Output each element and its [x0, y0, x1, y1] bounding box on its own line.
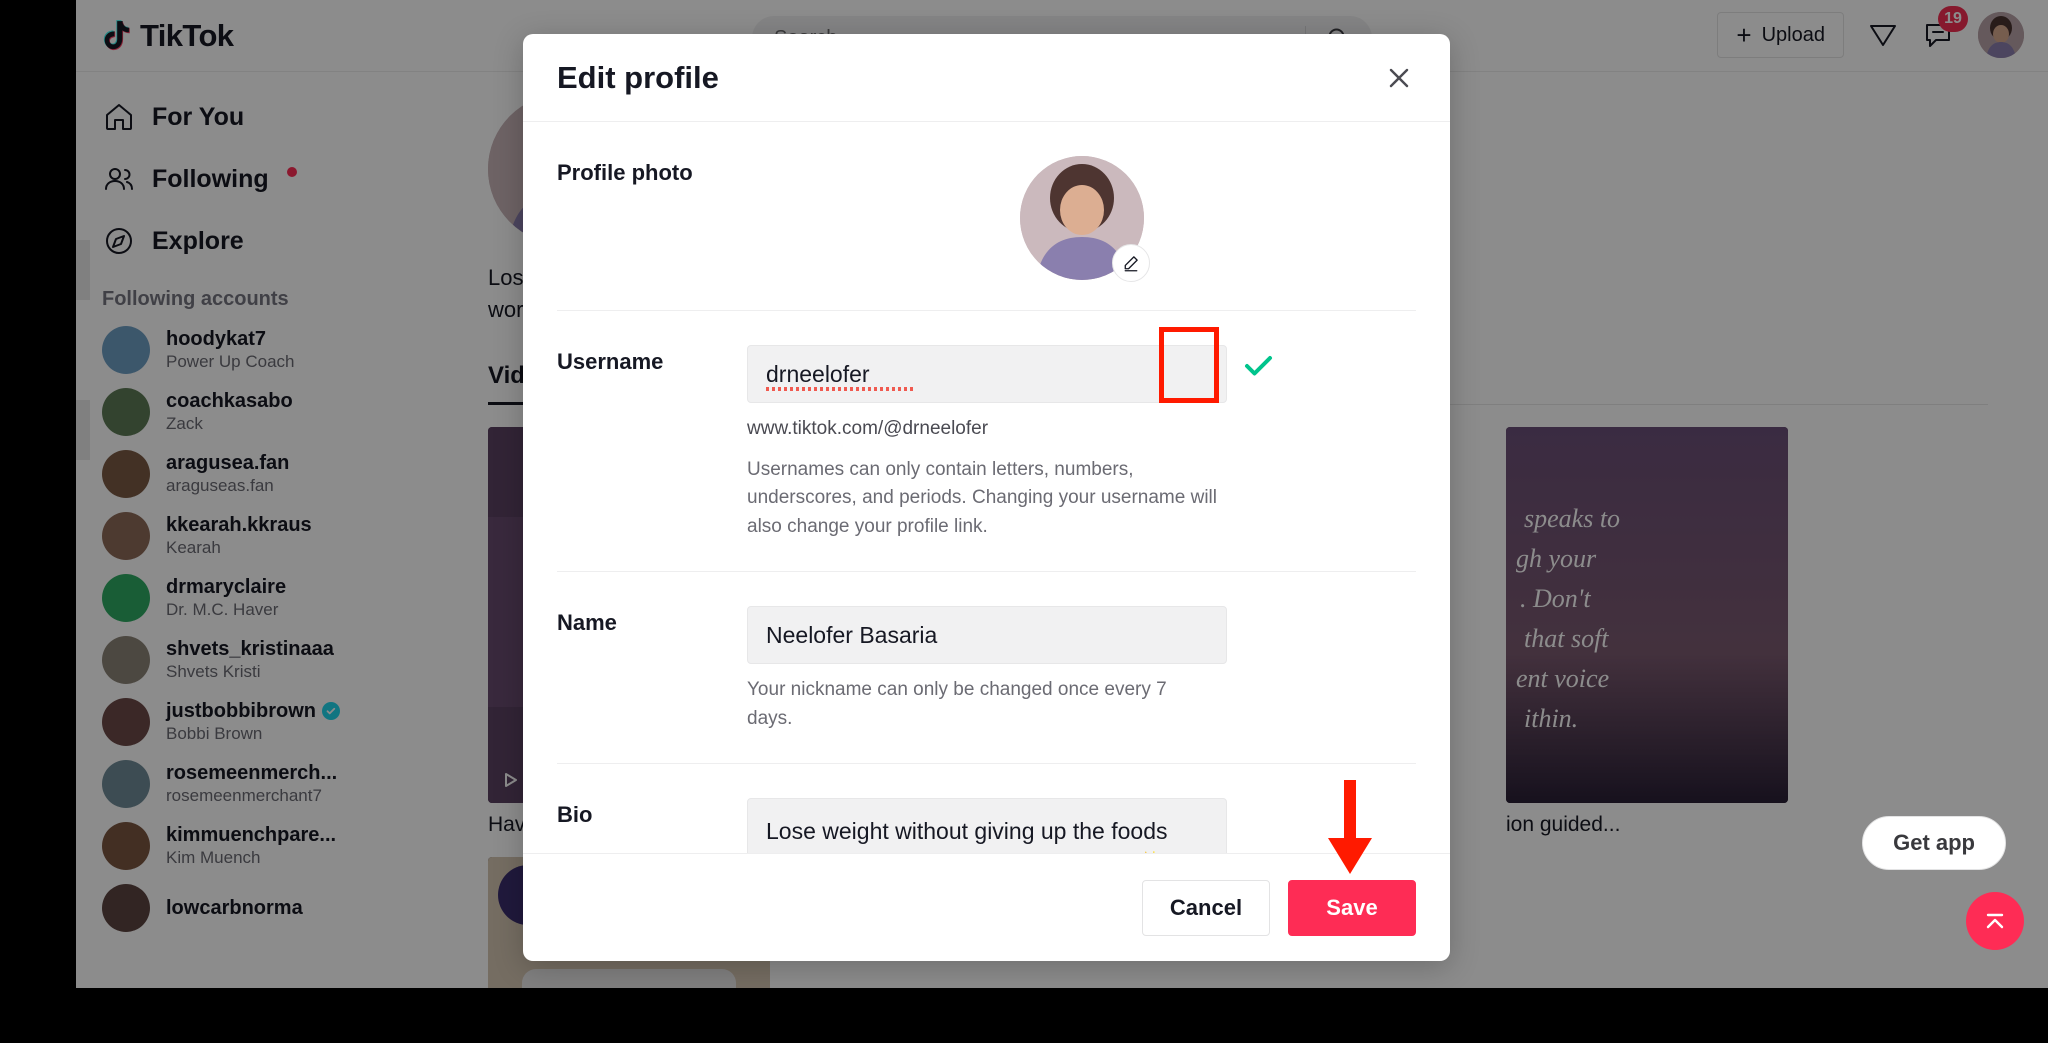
modal-header: Edit profile [523, 34, 1450, 122]
username-hint: Usernames can only contain letters, numb… [747, 458, 1217, 537]
edit-profile-modal: Edit profile Profile photo Username drne… [523, 34, 1450, 961]
modal-body: Profile photo Username drneelofer www.ti… [523, 122, 1450, 853]
username-label: Username [557, 349, 664, 374]
username-row: Username drneelofer www.tiktok.com/@drne… [557, 311, 1416, 572]
check-icon [1238, 345, 1278, 385]
pencil-icon[interactable] [1111, 244, 1150, 282]
profile-photo[interactable] [1019, 156, 1150, 282]
name-label: Name [557, 610, 617, 635]
spellcheck-underline [766, 387, 914, 391]
profile-photo-row: Profile photo [557, 122, 1416, 311]
modal-footer: Cancel Save [523, 853, 1450, 961]
cancel-button[interactable]: Cancel [1142, 879, 1270, 936]
name-row: Name Your nickname can only be changed o… [557, 572, 1416, 764]
bio-label: Bio [557, 802, 593, 827]
save-button[interactable]: Save [1288, 879, 1416, 936]
page-title: Edit profile [557, 59, 719, 95]
username-valid-check [1227, 345, 1289, 385]
username-input[interactable] [747, 345, 1227, 403]
username-url: www.tiktok.com/@drneelofer [747, 418, 989, 439]
scroll-to-top-button[interactable] [1966, 892, 2024, 950]
profile-photo-label: Profile photo [557, 160, 693, 185]
get-app-button[interactable]: Get app [1862, 816, 2006, 870]
close-icon[interactable] [1382, 61, 1416, 95]
bio-textarea[interactable] [747, 798, 1227, 853]
name-input[interactable] [747, 606, 1227, 664]
bio-row: Bio 78/80 [557, 764, 1416, 853]
name-hint: Your nickname can only be changed once e… [747, 679, 1167, 729]
screenshot-root: TikTok Search + Upload [0, 0, 2048, 1043]
